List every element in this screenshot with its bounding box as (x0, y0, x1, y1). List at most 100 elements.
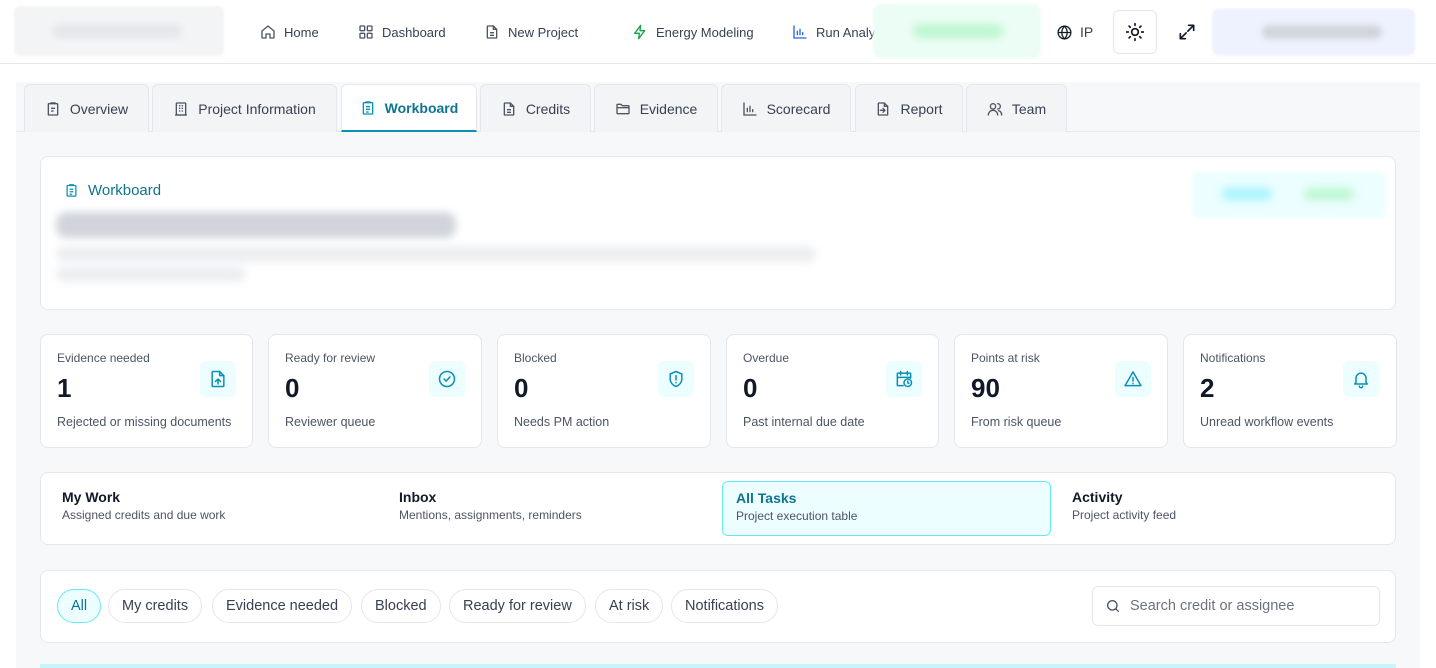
sun-icon (1125, 22, 1145, 42)
search-input[interactable] (1130, 598, 1370, 614)
stat-card-notifications[interactable]: Notifications 2 Unread workflow events (1183, 334, 1397, 448)
stat-label: Overdue (743, 351, 790, 365)
search-icon (1105, 598, 1121, 614)
app-logo[interactable] (14, 6, 224, 56)
language-selector[interactable]: IP (1056, 20, 1093, 44)
nav-action-button[interactable] (873, 4, 1041, 58)
tab-team[interactable]: Team (966, 84, 1067, 132)
nav-home-label: Home (284, 24, 319, 40)
shield-icon (658, 361, 694, 397)
tab-project-information[interactable]: Project Information (152, 84, 337, 132)
stat-card-blocked[interactable]: Blocked 0 Needs PM action (497, 334, 711, 448)
filter-my-credits[interactable]: My credits (108, 589, 203, 623)
stat-subtitle: Unread workflow events (1200, 415, 1334, 429)
stat-card-ready-for-review[interactable]: Ready for review 0 Reviewer queue (268, 334, 482, 448)
view-inbox[interactable]: Inbox Mentions, assignments, reminders (386, 481, 706, 536)
file-upload-icon (200, 361, 236, 397)
theme-toggle-button[interactable] (1113, 10, 1157, 54)
globe-icon (1056, 24, 1073, 41)
stat-label: Points at risk (971, 351, 1040, 365)
tab-workboard[interactable]: Workboard (341, 84, 477, 132)
stat-value: 90 (971, 373, 1000, 403)
filter-evidence-needed[interactable]: Evidence needed (212, 589, 353, 623)
project-description-redacted (56, 246, 816, 262)
nav-run-analysis[interactable]: Run Analy (792, 0, 875, 64)
language-label: IP (1080, 24, 1094, 40)
workboard-heading: Workboard (64, 182, 161, 199)
nav-new-project-label: New Project (508, 24, 579, 40)
filter-notifications[interactable]: Notifications (671, 589, 778, 623)
tab-credits-label: Credits (525, 100, 571, 117)
tab-overview[interactable]: Overview (24, 84, 149, 132)
user-menu[interactable] (1212, 9, 1415, 55)
stat-card-points-at-risk[interactable]: Points at risk 90 From risk queue (954, 334, 1168, 448)
filter-at-risk[interactable]: At risk (595, 589, 664, 623)
check-circle-icon (429, 361, 465, 397)
nav-dashboard-label: Dashboard (382, 24, 446, 40)
tab-evidence-label: Evidence (639, 100, 698, 117)
header-actions[interactable] (1192, 172, 1386, 218)
stat-subtitle: From risk queue (971, 415, 1062, 429)
stat-value: 0 (743, 373, 758, 403)
search-box[interactable] (1092, 586, 1380, 626)
tab-overview-label: Overview (69, 100, 129, 117)
view-title: Activity (1072, 489, 1123, 505)
clipboard-list-icon (64, 183, 79, 198)
clipboard-list-icon (360, 100, 376, 116)
view-subtitle: Assigned credits and due work (62, 508, 226, 522)
dashboard-icon (358, 24, 374, 40)
stat-subtitle: Rejected or missing documents (57, 415, 232, 429)
filter-all[interactable]: All (57, 589, 102, 623)
tab-report[interactable]: Report (855, 84, 963, 132)
warning-icon (1115, 361, 1151, 397)
filter-blocked[interactable]: Blocked (361, 589, 441, 623)
tab-project-information-label: Project Information (198, 100, 316, 117)
building-icon (173, 101, 189, 117)
view-my-work[interactable]: My Work Assigned credits and due work (49, 481, 369, 536)
home-icon (260, 24, 276, 40)
stat-label: Ready for review (285, 351, 376, 365)
tab-scorecard-label: Scorecard (766, 100, 831, 117)
nav-home[interactable]: Home (260, 0, 319, 64)
stat-label: Blocked (514, 351, 557, 365)
stat-value: 0 (285, 373, 300, 403)
stat-subtitle: Past internal due date (743, 415, 865, 429)
view-activity[interactable]: Activity Project activity feed (1059, 481, 1379, 536)
view-all-tasks[interactable]: All Tasks Project execution table (722, 481, 1051, 536)
zap-icon (632, 24, 648, 40)
fullscreen-button[interactable] (1165, 10, 1209, 54)
tab-workboard-label: Workboard (384, 99, 459, 116)
top-navbar: Home Dashboard New Project Energy Modeli… (0, 0, 1436, 64)
stat-card-evidence-needed[interactable]: Evidence needed 1 Rejected or missing do… (40, 334, 253, 448)
document-icon (501, 101, 517, 117)
stat-subtitle: Needs PM action (514, 415, 610, 429)
view-subtitle: Project execution table (736, 509, 858, 523)
project-description-redacted-line2 (56, 266, 246, 282)
tab-scorecard[interactable]: Scorecard (721, 84, 851, 132)
filter-ready-for-review[interactable]: Ready for review (449, 589, 586, 623)
bar-chart-icon (742, 101, 758, 117)
stat-label: Notifications (1200, 351, 1266, 365)
tab-evidence[interactable]: Evidence (594, 84, 718, 132)
bar-chart-icon (792, 24, 808, 40)
project-title-redacted (56, 212, 456, 238)
stat-value: 1 (57, 373, 72, 403)
clipboard-icon (45, 101, 61, 117)
stat-subtitle: Reviewer queue (285, 415, 376, 429)
expand-icon (1177, 22, 1197, 42)
nav-dashboard[interactable]: Dashboard (358, 0, 446, 64)
task-table-top-edge (40, 664, 1396, 668)
nav-new-project[interactable]: New Project (484, 0, 578, 64)
tab-credits[interactable]: Credits (480, 84, 591, 132)
folder-icon (615, 101, 631, 117)
bell-icon (1343, 361, 1379, 397)
nav-energy-modeling[interactable]: Energy Modeling (632, 0, 754, 64)
view-title: Inbox (399, 489, 437, 505)
nav-run-analysis-label: Run Analy (816, 24, 876, 40)
view-title: My Work (62, 489, 121, 505)
calendar-clock-icon (886, 361, 922, 397)
workboard-title: Workboard (88, 182, 162, 199)
file-icon (484, 24, 500, 40)
users-icon (987, 101, 1003, 117)
stat-card-overdue[interactable]: Overdue 0 Past internal due date (726, 334, 939, 448)
